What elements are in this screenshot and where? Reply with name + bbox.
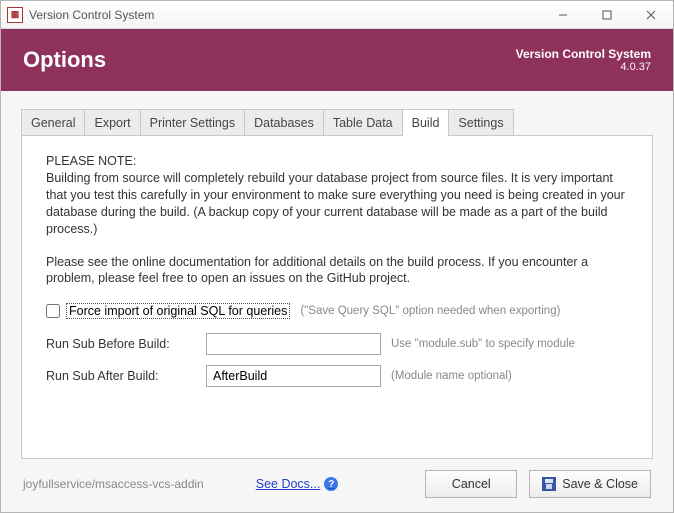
repo-label: joyfullservice/msaccess-vcs-addin <box>23 477 204 491</box>
cancel-button-label: Cancel <box>452 477 491 491</box>
force-import-checkbox[interactable] <box>46 304 60 318</box>
window: ▦ Version Control System Options Version… <box>0 0 674 513</box>
header-app-name: Version Control System <box>516 47 651 61</box>
minimize-button[interactable] <box>541 1 585 28</box>
footer: joyfullservice/msaccess-vcs-addin See Do… <box>21 460 653 498</box>
page-title: Options <box>23 47 516 73</box>
cancel-button[interactable]: Cancel <box>425 470 517 498</box>
tab-general[interactable]: General <box>21 109 85 136</box>
see-docs-label: See Docs... <box>256 477 321 491</box>
force-import-label[interactable]: Force import of original SQL for queries <box>66 303 290 319</box>
tab-databases[interactable]: Databases <box>244 109 324 136</box>
tab-build[interactable]: Build <box>402 109 450 136</box>
help-icon: ? <box>324 477 338 491</box>
header-app-info: Version Control System 4.0.37 <box>516 47 651 73</box>
tab-table-data[interactable]: Table Data <box>323 109 403 136</box>
body: General Export Printer Settings Database… <box>1 91 673 512</box>
note-body-1: Building from source will completely reb… <box>46 170 628 238</box>
before-build-row: Run Sub Before Build: Use "module.sub" t… <box>46 333 628 355</box>
after-build-hint: (Module name optional) <box>391 370 512 382</box>
titlebar: ▦ Version Control System <box>1 1 673 29</box>
window-controls <box>541 1 673 28</box>
note-title: PLEASE NOTE: <box>46 154 628 168</box>
app-icon: ▦ <box>7 7 23 23</box>
before-build-hint: Use "module.sub" to specify module <box>391 338 575 350</box>
minimize-icon <box>558 10 568 20</box>
maximize-icon <box>602 10 612 20</box>
tab-bar: General Export Printer Settings Database… <box>21 109 653 136</box>
note-body-2: Please see the online documentation for … <box>46 254 628 288</box>
save-icon <box>542 477 556 491</box>
after-build-input[interactable] <box>206 365 381 387</box>
before-build-input[interactable] <box>206 333 381 355</box>
force-import-hint: ("Save Query SQL" option needed when exp… <box>300 305 560 317</box>
maximize-button[interactable] <box>585 1 629 28</box>
after-build-row: Run Sub After Build: (Module name option… <box>46 365 628 387</box>
tab-settings[interactable]: Settings <box>448 109 513 136</box>
force-import-row: Force import of original SQL for queries… <box>46 303 628 319</box>
tab-printer-settings[interactable]: Printer Settings <box>140 109 245 136</box>
header: Options Version Control System 4.0.37 <box>1 29 673 91</box>
tab-panel-build: PLEASE NOTE: Building from source will c… <box>21 135 653 459</box>
see-docs-link[interactable]: See Docs... ? <box>256 477 339 491</box>
after-build-label: Run Sub After Build: <box>46 369 196 383</box>
save-close-button[interactable]: Save & Close <box>529 470 651 498</box>
close-icon <box>646 10 656 20</box>
close-button[interactable] <box>629 1 673 28</box>
window-title: Version Control System <box>29 8 541 22</box>
save-close-button-label: Save & Close <box>562 477 638 491</box>
header-app-version: 4.0.37 <box>516 61 651 73</box>
tab-export[interactable]: Export <box>84 109 140 136</box>
before-build-label: Run Sub Before Build: <box>46 337 196 351</box>
